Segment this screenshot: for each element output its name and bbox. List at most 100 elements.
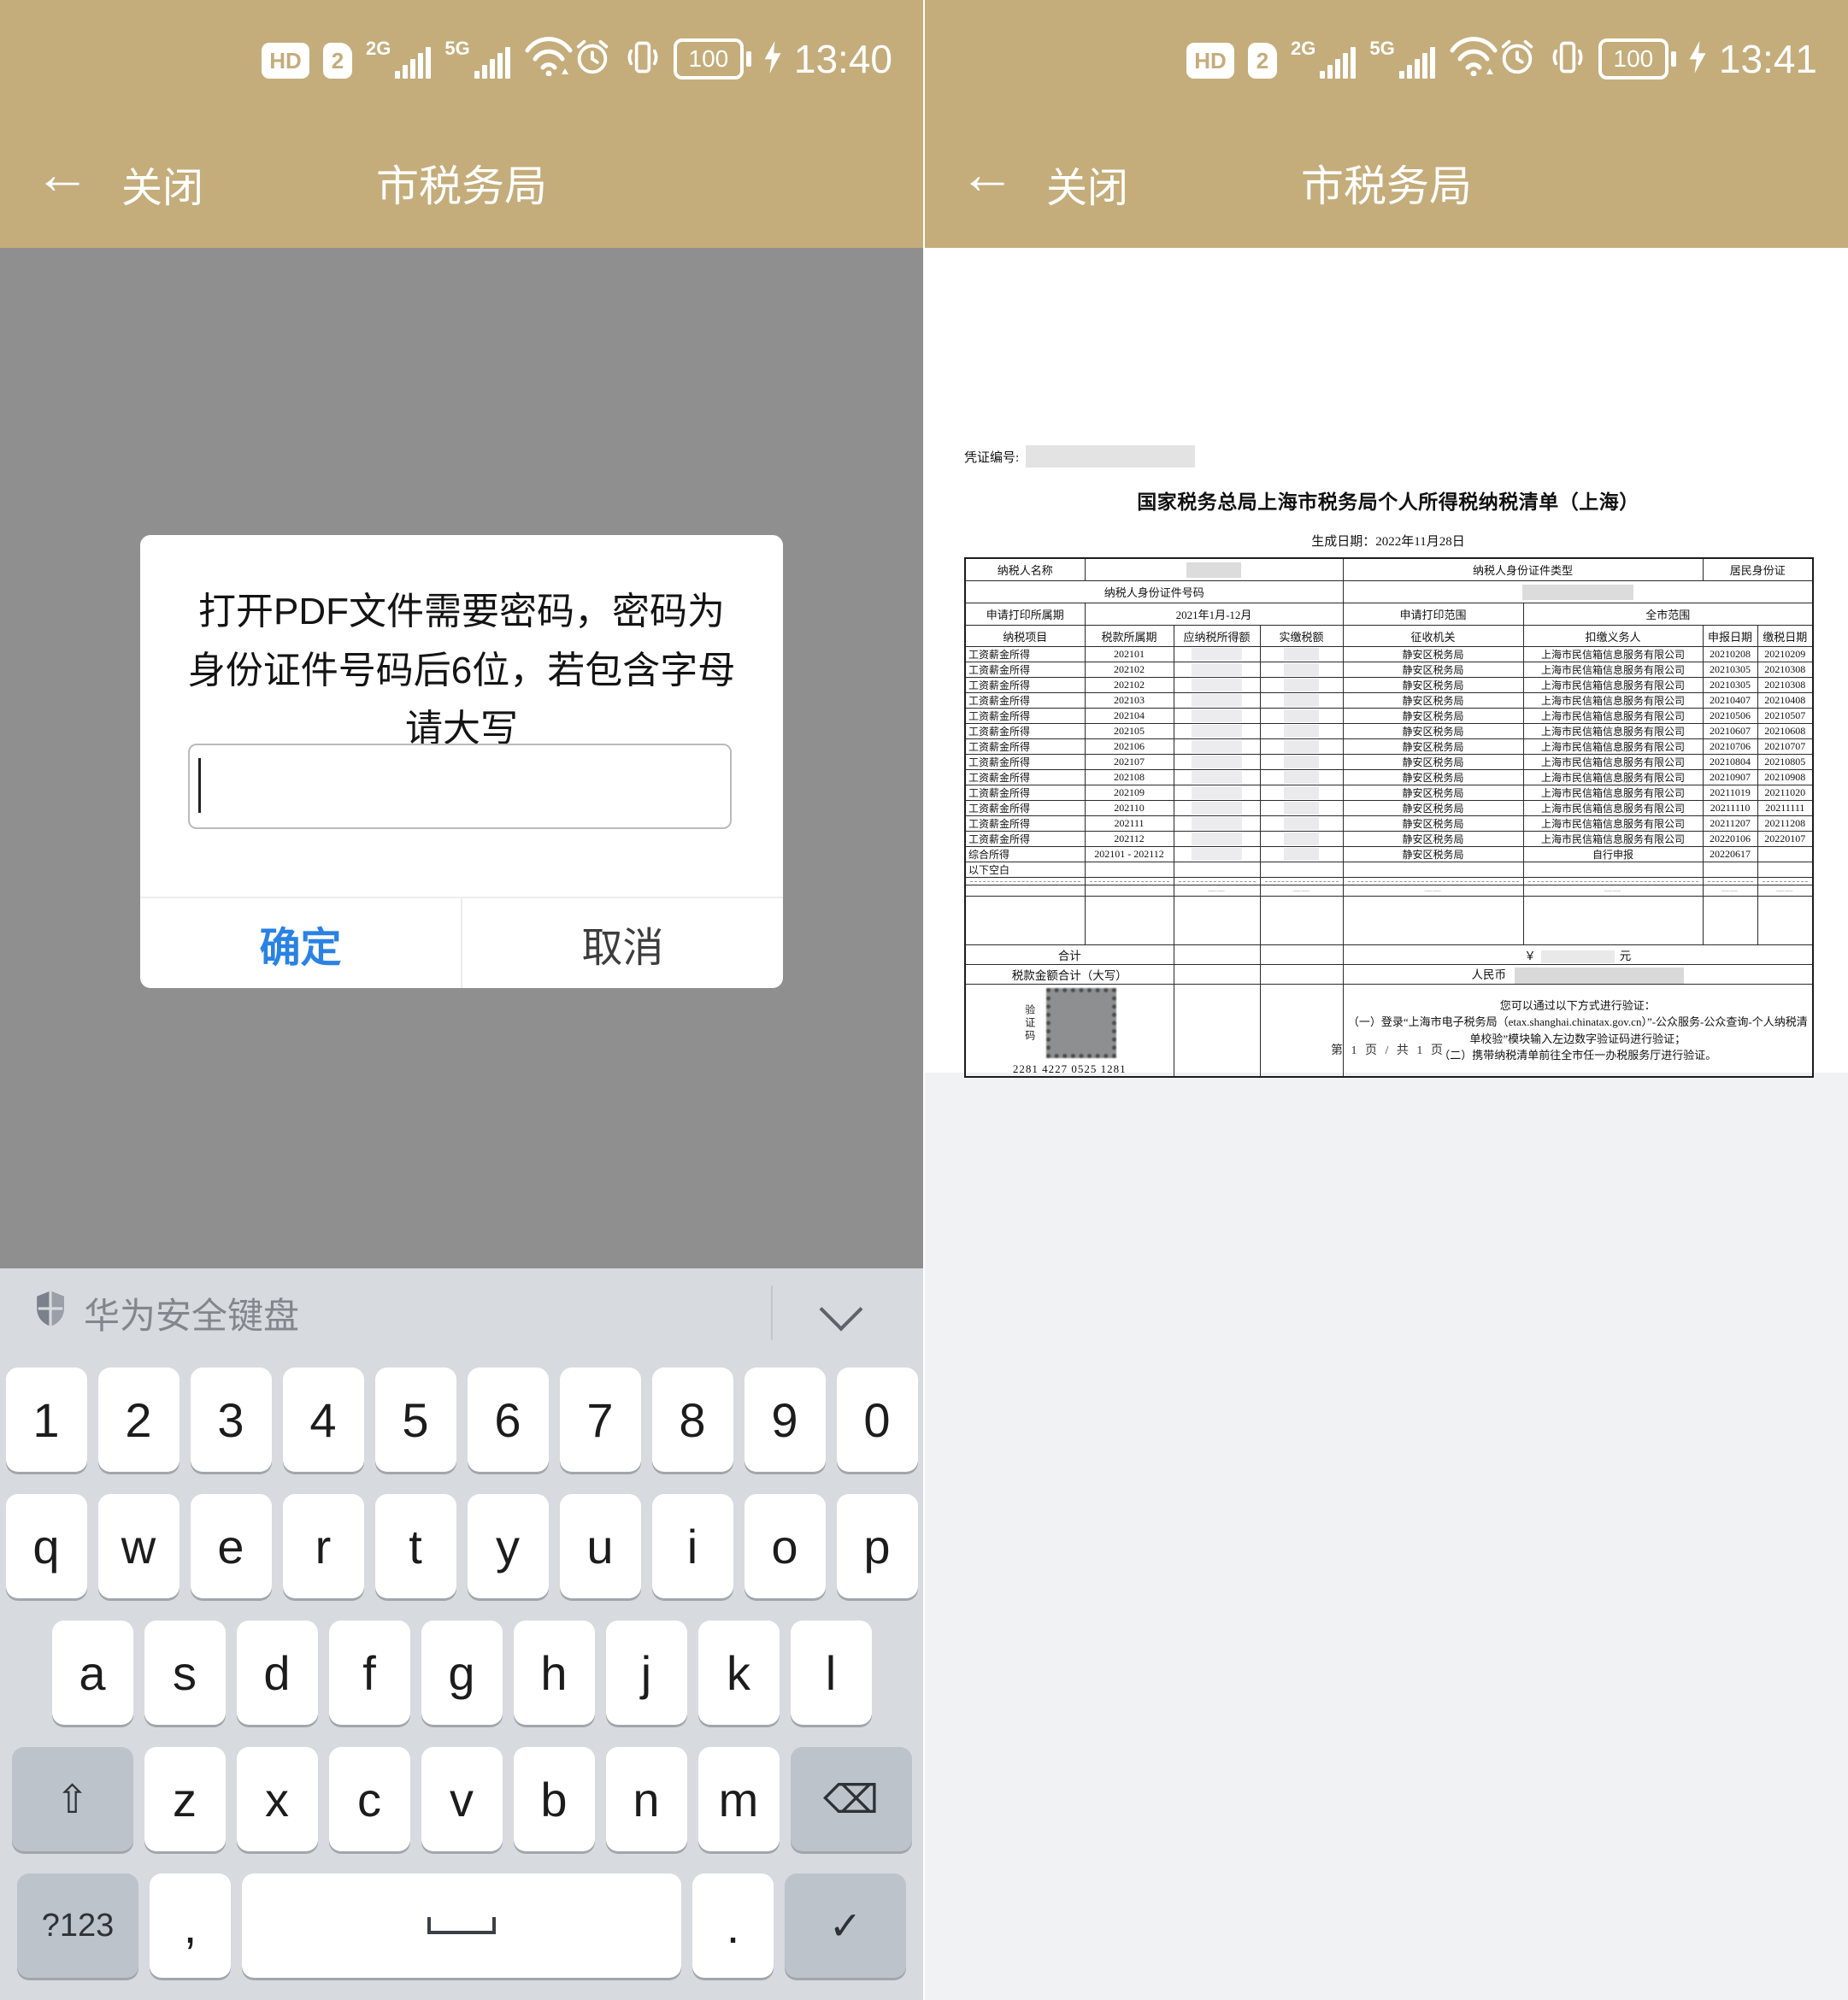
- confirm-button[interactable]: 确定: [140, 898, 462, 988]
- signal-2g-icon: 2G: [366, 39, 431, 79]
- redacted-tax-paid: [1284, 848, 1319, 861]
- tax-table-row: 工资薪金所得202102静安区税务局上海市民信箱信息服务有限公司20210305…: [965, 662, 1813, 678]
- key-l[interactable]: l: [791, 1621, 872, 1725]
- redacted-tax-paid: [1284, 648, 1319, 661]
- right-screen: HD 2 2G 5G: [925, 0, 1848, 2000]
- key-3[interactable]: 3: [191, 1368, 272, 1472]
- chevron-down-icon[interactable]: [820, 1288, 863, 1332]
- key-7[interactable]: 7: [560, 1368, 641, 1472]
- verification-row: 验证码 2281 4227 0525 1281 您可以通过以下方式进行验证： （…: [965, 985, 1813, 1078]
- signal-5g-icon: 5G: [1369, 39, 1434, 79]
- net-5g-label: 5G: [444, 39, 469, 58]
- dash-marks-row: ———— ———— ————: [965, 885, 1813, 897]
- key-b[interactable]: b: [514, 1747, 595, 1851]
- key-w[interactable]: w: [98, 1494, 180, 1598]
- key-c[interactable]: c: [329, 1747, 410, 1851]
- key-1[interactable]: 1: [6, 1368, 87, 1472]
- key-o[interactable]: o: [744, 1494, 826, 1598]
- redacted-taxable-income: [1192, 832, 1241, 845]
- sim-card-icon: 2: [1248, 43, 1277, 79]
- redacted-tax-paid: [1284, 817, 1319, 830]
- key-9[interactable]: 9: [744, 1368, 826, 1472]
- key-t[interactable]: t: [375, 1494, 456, 1598]
- wifi-icon: [524, 37, 574, 80]
- key-v[interactable]: v: [421, 1747, 503, 1851]
- redacted-tax-paid: [1284, 786, 1319, 799]
- keyboard-row-numbers: 1234567890: [0, 1368, 923, 1472]
- space-key[interactable]: [242, 1874, 681, 1978]
- key-4[interactable]: 4: [283, 1368, 364, 1472]
- hd-icon: HD: [262, 43, 309, 79]
- hd-icon: HD: [1186, 43, 1234, 79]
- key-y[interactable]: y: [468, 1494, 549, 1598]
- key-m[interactable]: m: [698, 1747, 780, 1851]
- taxpayer-name-row: 纳税人名称 纳税人身份证件类型 居民身份证: [965, 558, 1813, 581]
- key-a[interactable]: a: [52, 1621, 133, 1725]
- shift-key[interactable]: ⇧: [12, 1747, 133, 1851]
- document-title: 国家税务总局上海市税务局个人所得税纳税清单（上海）: [964, 485, 1812, 515]
- backspace-key[interactable]: ⌫: [791, 1747, 912, 1851]
- voucher-label: 凭证编号:: [964, 448, 1019, 466]
- clock-time: 13:40: [794, 36, 892, 82]
- tax-table: 纳税人名称 纳税人身份证件类型 居民身份证 纳税人身份证件号码 申请打印所属期 …: [964, 557, 1814, 1078]
- key-2[interactable]: 2: [98, 1368, 180, 1472]
- tax-pdf-document: 凭证编号: 国家税务总局上海市税务局个人所得税纳税清单（上海） 生成日期：202…: [964, 444, 1812, 1078]
- page-title: 市税务局: [925, 152, 1848, 214]
- key-u[interactable]: u: [560, 1494, 641, 1598]
- tax-table-row: 工资薪金所得202109静安区税务局上海市民信箱信息服务有限公司20211019…: [965, 785, 1813, 801]
- key-8[interactable]: 8: [652, 1368, 733, 1472]
- cancel-button[interactable]: 取消: [462, 898, 783, 988]
- password-input[interactable]: [188, 744, 732, 829]
- key-f[interactable]: f: [329, 1621, 410, 1725]
- key-6[interactable]: 6: [468, 1368, 549, 1472]
- key-d[interactable]: d: [237, 1621, 318, 1725]
- redacted-tax-paid: [1284, 679, 1319, 691]
- net-2g-label: 2G: [366, 39, 391, 58]
- redacted-taxable-income: [1192, 786, 1241, 799]
- key-e[interactable]: e: [191, 1494, 272, 1598]
- tax-table-row: 工资薪金所得202104静安区税务局上海市民信箱信息服务有限公司20210506…: [965, 709, 1813, 724]
- key-r[interactable]: r: [283, 1494, 364, 1598]
- key-n[interactable]: n: [606, 1747, 687, 1851]
- redacted-tax-paid: [1284, 740, 1319, 753]
- period-key[interactable]: .: [692, 1874, 774, 1978]
- redacted-tax-paid: [1284, 663, 1319, 676]
- key-q[interactable]: q: [6, 1494, 87, 1598]
- dialog-buttons: 确定 取消: [140, 897, 783, 988]
- keyboard-header-divider: [771, 1285, 773, 1340]
- enter-key[interactable]: ✓: [785, 1874, 906, 1978]
- redacted-taxable-income: [1192, 679, 1241, 691]
- tax-table-row: 工资薪金所得202112静安区税务局上海市民信箱信息服务有限公司20220106…: [965, 832, 1813, 847]
- sim-card-icon: 2: [323, 43, 352, 79]
- redacted-tax-paid: [1284, 832, 1319, 845]
- key-x[interactable]: x: [237, 1747, 318, 1851]
- key-0[interactable]: 0: [837, 1368, 918, 1472]
- tax-table-row: 工资薪金所得202107静安区税务局上海市民信箱信息服务有限公司20210804…: [965, 755, 1813, 770]
- spacer-row: [965, 897, 1813, 945]
- battery-icon: 100: [1598, 38, 1676, 79]
- voucher-number-line: 凭证编号:: [964, 444, 1812, 468]
- keyboard-row-top: qwertyuiop: [0, 1494, 923, 1598]
- amount-in-words-row: 税款金额合计（大写） 人民币: [965, 965, 1813, 985]
- key-s[interactable]: s: [144, 1621, 226, 1725]
- alarm-icon: [1498, 38, 1537, 81]
- key-k[interactable]: k: [698, 1621, 780, 1725]
- generation-date: 生成日期：2022年11月28日: [964, 532, 1812, 550]
- tax-table-row: 工资薪金所得202106静安区税务局上海市民信箱信息服务有限公司20210706…: [965, 739, 1813, 755]
- redacted-taxpayer-name: [1186, 562, 1241, 578]
- key-i[interactable]: i: [652, 1494, 733, 1598]
- key-5[interactable]: 5: [375, 1368, 456, 1472]
- key-g[interactable]: g: [421, 1621, 503, 1725]
- key-j[interactable]: j: [606, 1621, 687, 1725]
- pdf-background: [925, 1073, 1848, 2000]
- rmb-label: 人民币: [1472, 968, 1507, 981]
- key-z[interactable]: z: [144, 1747, 226, 1851]
- tax-table-row: 工资薪金所得202105静安区税务局上海市民信箱信息服务有限公司20210607…: [965, 724, 1813, 739]
- key-h[interactable]: h: [514, 1621, 595, 1725]
- key-p[interactable]: p: [837, 1494, 918, 1598]
- battery-level: 100: [1598, 38, 1668, 79]
- redacted-taxable-income: [1192, 771, 1241, 784]
- dashed-separator-row: [965, 878, 1813, 885]
- comma-key[interactable]: ,: [150, 1874, 231, 1978]
- symbols-key[interactable]: ?123: [17, 1874, 138, 1978]
